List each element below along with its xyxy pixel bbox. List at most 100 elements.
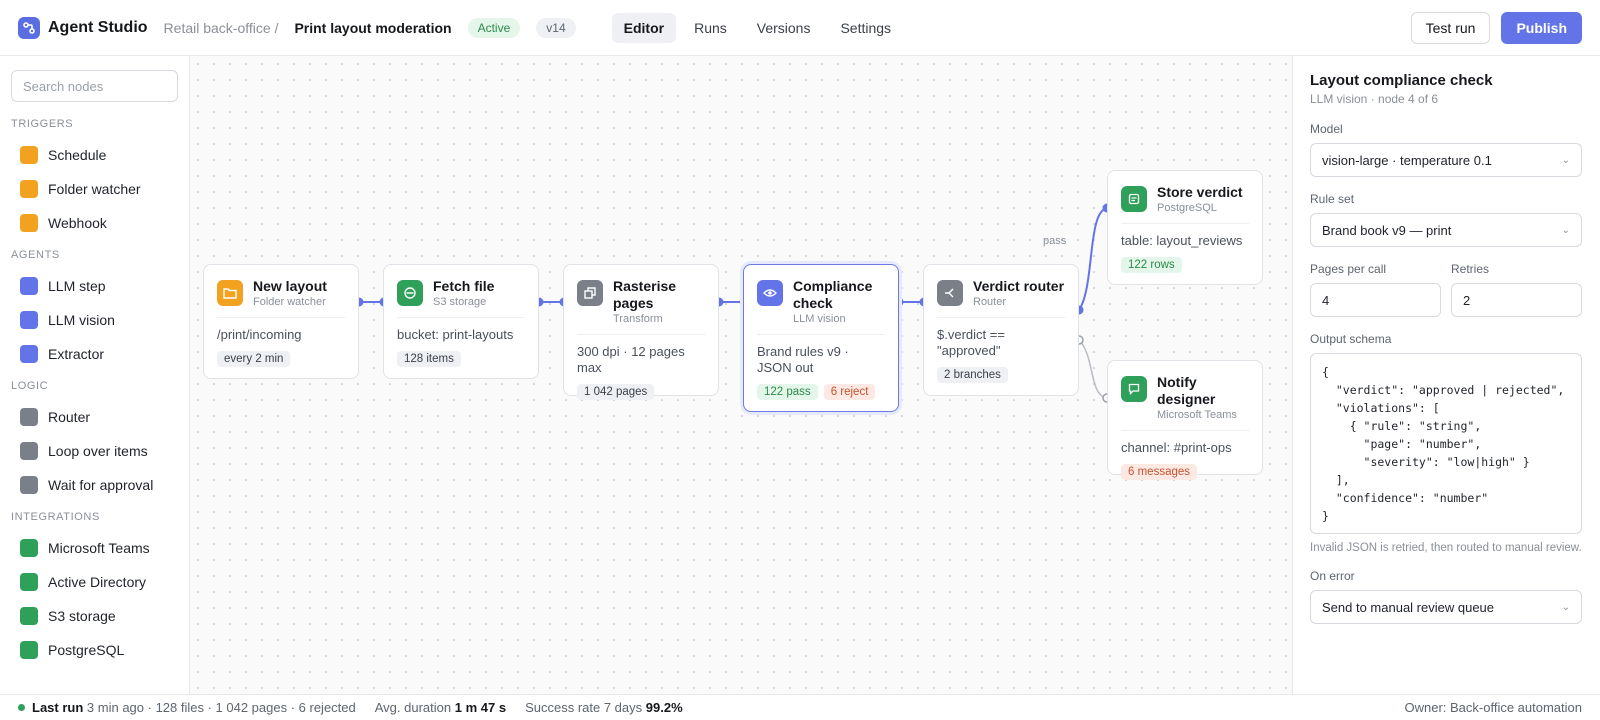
palette-item-llm-vision[interactable]: LLM vision — [11, 303, 178, 337]
eye-icon — [757, 280, 783, 306]
storage-icon — [397, 280, 423, 306]
palette-item-teams[interactable]: Microsoft Teams — [11, 531, 178, 565]
workflow-canvas[interactable]: pass New layout Folder watcher /print/in… — [190, 56, 1292, 694]
model-label: Model — [1310, 122, 1343, 136]
node-rasterise-pages[interactable]: Rasterise pages Transform 300 dpi · 12 p… — [563, 264, 719, 400]
section-label: LOGIC — [11, 380, 49, 392]
reject-count-chip: 6 reject — [823, 384, 876, 400]
success-rate-value: 99.2% — [645, 700, 683, 715]
node-type: Folder watcher — [253, 296, 326, 308]
test-run-button[interactable]: Test run — [1410, 11, 1491, 44]
success-rate: Success rate 7 days 99.2% — [525, 700, 683, 715]
app-name: Agent Studio — [48, 18, 148, 36]
pages-per-call-label: Pages per call — [1310, 262, 1387, 276]
chevron-down-icon: ⌄ — [1561, 601, 1570, 613]
chat-icon — [1121, 376, 1147, 402]
transform-icon — [577, 280, 603, 306]
logic-swatch-icon — [20, 442, 38, 460]
node-detail: /print/incoming — [217, 327, 302, 342]
palette-item-label: Folder watcher — [48, 181, 141, 197]
section-label: TRIGGERS — [11, 118, 74, 130]
breadcrumb-parent[interactable]: Retail back-office / — [164, 20, 279, 36]
edge-label-pass: pass — [1043, 235, 1067, 247]
search-input[interactable]: Search nodes — [11, 70, 178, 102]
owner-text: Owner: Back-office automation — [1404, 700, 1582, 715]
node-type: Microsoft Teams — [1157, 409, 1237, 421]
node-notify-designer[interactable]: Notify designer Microsoft Teams channel:… — [1107, 360, 1263, 480]
on-error-select[interactable]: Send to manual review queue ⌄ — [1310, 590, 1582, 624]
node-verdict-router[interactable]: Verdict router Router $.verdict == "appr… — [923, 264, 1079, 396]
on-error-value: Send to manual review queue — [1322, 599, 1495, 615]
node-type: Router — [973, 296, 1007, 308]
retries-input[interactable]: 2 — [1451, 283, 1582, 317]
folder-icon — [217, 280, 243, 306]
chevron-down-icon: ⌄ — [1561, 224, 1570, 236]
tab-versions[interactable]: Versions — [745, 13, 823, 43]
node-new-layout[interactable]: New layout Folder watcher /print/incomin… — [203, 264, 359, 379]
node-detail: $.verdict == "approved" — [937, 327, 1005, 358]
palette-item-label: LLM vision — [48, 312, 115, 328]
node-header: New layout Folder watcher — [217, 278, 345, 318]
palette-section-logic: LOGIC Router Loop over items Wait for ap… — [11, 380, 178, 502]
palette-item-webhook[interactable]: Webhook — [11, 206, 178, 240]
tab-settings[interactable]: Settings — [828, 13, 903, 43]
pages-per-call-input[interactable]: 4 — [1310, 283, 1441, 317]
palette-item-wait-approval[interactable]: Wait for approval — [11, 468, 178, 502]
node-detail: channel: #print-ops — [1121, 440, 1232, 455]
node-title: Fetch file — [433, 278, 495, 294]
schema-hint: Invalid JSON is retried, then routed to … — [1310, 542, 1582, 554]
palette-item-router[interactable]: Router — [11, 400, 178, 434]
palette-item-label: Webhook — [48, 215, 107, 231]
ruleset-value: Brand book v9 — print — [1322, 222, 1452, 238]
palette-item-label: Router — [48, 409, 91, 425]
node-detail: table: layout_reviews — [1121, 233, 1243, 248]
trigger-swatch-icon — [20, 214, 38, 232]
last-run-value: 3 min ago · 128 files · 1 042 pages · 6 … — [86, 700, 356, 715]
integration-swatch-icon — [20, 641, 38, 659]
top-actions: Test run Publish — [1400, 11, 1582, 44]
tab-editor[interactable]: Editor — [611, 12, 677, 43]
palette-item-llm-step[interactable]: LLM step — [11, 269, 178, 303]
palette-item-label: Active Directory — [48, 574, 147, 590]
node-type: S3 storage — [433, 296, 487, 308]
trigger-swatch-icon — [20, 146, 38, 164]
model-select[interactable]: vision-large · temperature 0.1 ⌄ — [1310, 143, 1582, 177]
top-bar: Agent Studio Retail back-office / Print … — [0, 0, 1600, 56]
node-header: Store verdict PostgreSQL — [1121, 184, 1249, 224]
palette-item-loop[interactable]: Loop over items — [11, 434, 178, 468]
palette-item-schedule[interactable]: Schedule — [11, 138, 178, 172]
node-title: Compliance check — [793, 278, 873, 311]
node-stat-chip: 1 042 pages — [577, 384, 655, 400]
node-palette: Search nodes TRIGGERS Schedule Folder wa… — [0, 56, 190, 694]
publish-button[interactable]: Publish — [1501, 11, 1582, 44]
palette-item-postgresql[interactable]: PostgreSQL — [11, 633, 178, 667]
model-value: vision-large · temperature 0.1 — [1322, 152, 1492, 168]
output-schema-editor[interactable]: { "verdict": "approved | rejected", "vio… — [1310, 353, 1582, 534]
on-error-label: On error — [1310, 569, 1355, 583]
palette-item-active-directory[interactable]: Active Directory — [11, 565, 178, 599]
last-run: Last run 3 min ago · 128 files · 1 042 p… — [32, 700, 356, 715]
status-bar: Last run 3 min ago · 128 files · 1 042 p… — [0, 694, 1600, 720]
tab-runs[interactable]: Runs — [682, 13, 739, 43]
main-tabs: Editor Runs Versions Settings — [611, 12, 909, 43]
node-stat-chip: 122 rows — [1121, 257, 1182, 273]
node-header: Rasterise pages Transform — [577, 278, 705, 335]
ruleset-select[interactable]: Brand book v9 — print ⌄ — [1310, 213, 1582, 247]
palette-item-extractor[interactable]: Extractor — [11, 337, 178, 371]
node-inspector: Layout compliance check LLM vision · nod… — [1292, 56, 1600, 694]
node-compliance-check[interactable]: Compliance check LLM vision Brand rules … — [743, 264, 899, 412]
node-store-verdict[interactable]: Store verdict PostgreSQL table: layout_r… — [1107, 170, 1263, 285]
palette-item-folder-watcher[interactable]: Folder watcher — [11, 172, 178, 206]
node-fetch-file[interactable]: Fetch file S3 storage bucket: print-layo… — [383, 264, 539, 379]
ruleset-label: Rule set — [1310, 192, 1355, 206]
node-header: Verdict router Router — [937, 278, 1065, 318]
palette-item-label: Loop over items — [48, 443, 148, 459]
trigger-swatch-icon — [20, 180, 38, 198]
pass-count-chip: 122 pass — [757, 384, 818, 400]
palette-item-s3[interactable]: S3 storage — [11, 599, 178, 633]
node-type: PostgreSQL — [1157, 202, 1217, 214]
page-title: Print layout moderation — [294, 19, 452, 36]
palette-item-label: LLM step — [48, 278, 106, 294]
node-header: Notify designer Microsoft Teams — [1121, 374, 1249, 431]
router-icon — [937, 280, 963, 306]
